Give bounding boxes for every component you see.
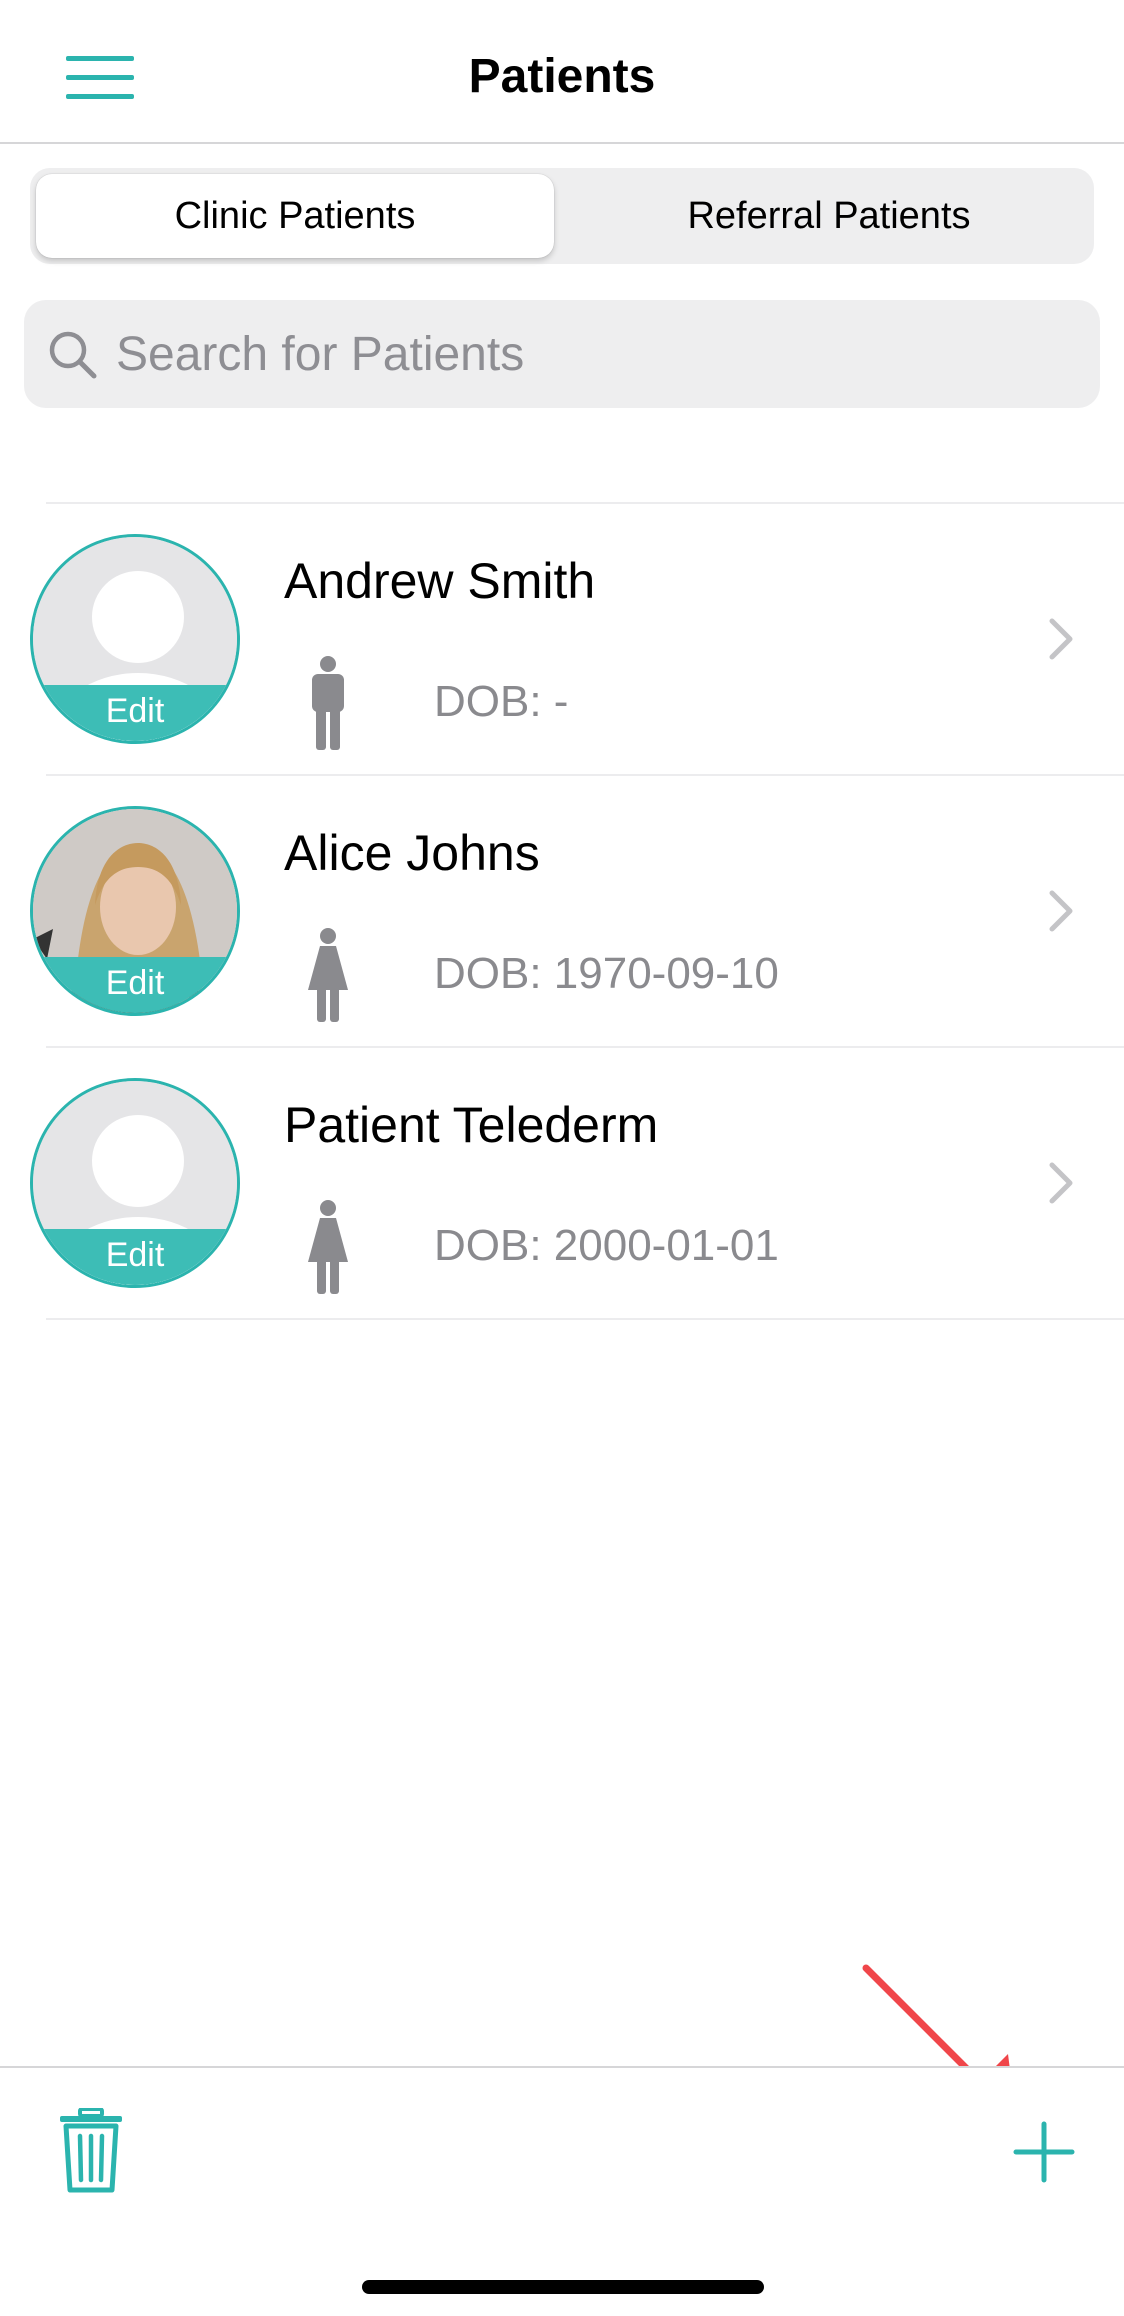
tab-referral-patients[interactable]: Referral Patients bbox=[570, 174, 1088, 258]
chevron-right-icon bbox=[1049, 890, 1073, 932]
avatar-edit-label[interactable]: Edit bbox=[33, 685, 237, 741]
chevron-right-icon bbox=[1049, 1162, 1073, 1204]
male-icon bbox=[312, 656, 344, 750]
tab-clinic-patients[interactable]: Clinic Patients bbox=[36, 174, 554, 258]
plus-icon[interactable] bbox=[1012, 2120, 1076, 2184]
search-icon bbox=[49, 331, 97, 379]
patient-row-alice-johns[interactable]: Edit Alice Johns DOB: 1970-09-10 bbox=[0, 776, 1124, 1046]
patient-dob: DOB: 1970-09-10 bbox=[434, 949, 779, 998]
avatar[interactable]: Edit bbox=[30, 534, 240, 744]
chevron-right-icon bbox=[1049, 618, 1073, 660]
search-bar bbox=[24, 300, 1100, 408]
search-input[interactable] bbox=[116, 300, 1076, 408]
patient-dob: DOB: - bbox=[434, 677, 569, 726]
trash-icon[interactable] bbox=[56, 2108, 126, 2194]
patient-name: Patient Telederm bbox=[284, 1097, 659, 1153]
patient-dob: DOB: 2000-01-01 bbox=[434, 1221, 779, 1270]
navigation-bar: Patients bbox=[0, 0, 1124, 144]
avatar[interactable]: Edit bbox=[30, 806, 240, 1016]
avatar[interactable]: Edit bbox=[30, 1078, 240, 1288]
patient-row-andrew-smith[interactable]: Edit Andrew Smith DOB: - bbox=[0, 504, 1124, 774]
patient-name: Andrew Smith bbox=[284, 553, 596, 609]
home-indicator bbox=[362, 2280, 764, 2294]
avatar-edit-label[interactable]: Edit bbox=[33, 1229, 237, 1285]
avatar-edit-label[interactable]: Edit bbox=[33, 957, 237, 1013]
female-icon bbox=[308, 1200, 348, 1294]
patient-type-segmented-control: Clinic Patients Referral Patients bbox=[30, 168, 1094, 264]
bottom-toolbar bbox=[0, 2066, 1124, 2316]
page-title: Patients bbox=[468, 50, 656, 103]
patient-row-patient-telederm[interactable]: Edit Patient Telederm DOB: 2000-01-01 bbox=[0, 1048, 1124, 1318]
patient-name: Alice Johns bbox=[284, 825, 540, 881]
row-divider bbox=[46, 1318, 1124, 1320]
female-icon bbox=[308, 928, 348, 1022]
